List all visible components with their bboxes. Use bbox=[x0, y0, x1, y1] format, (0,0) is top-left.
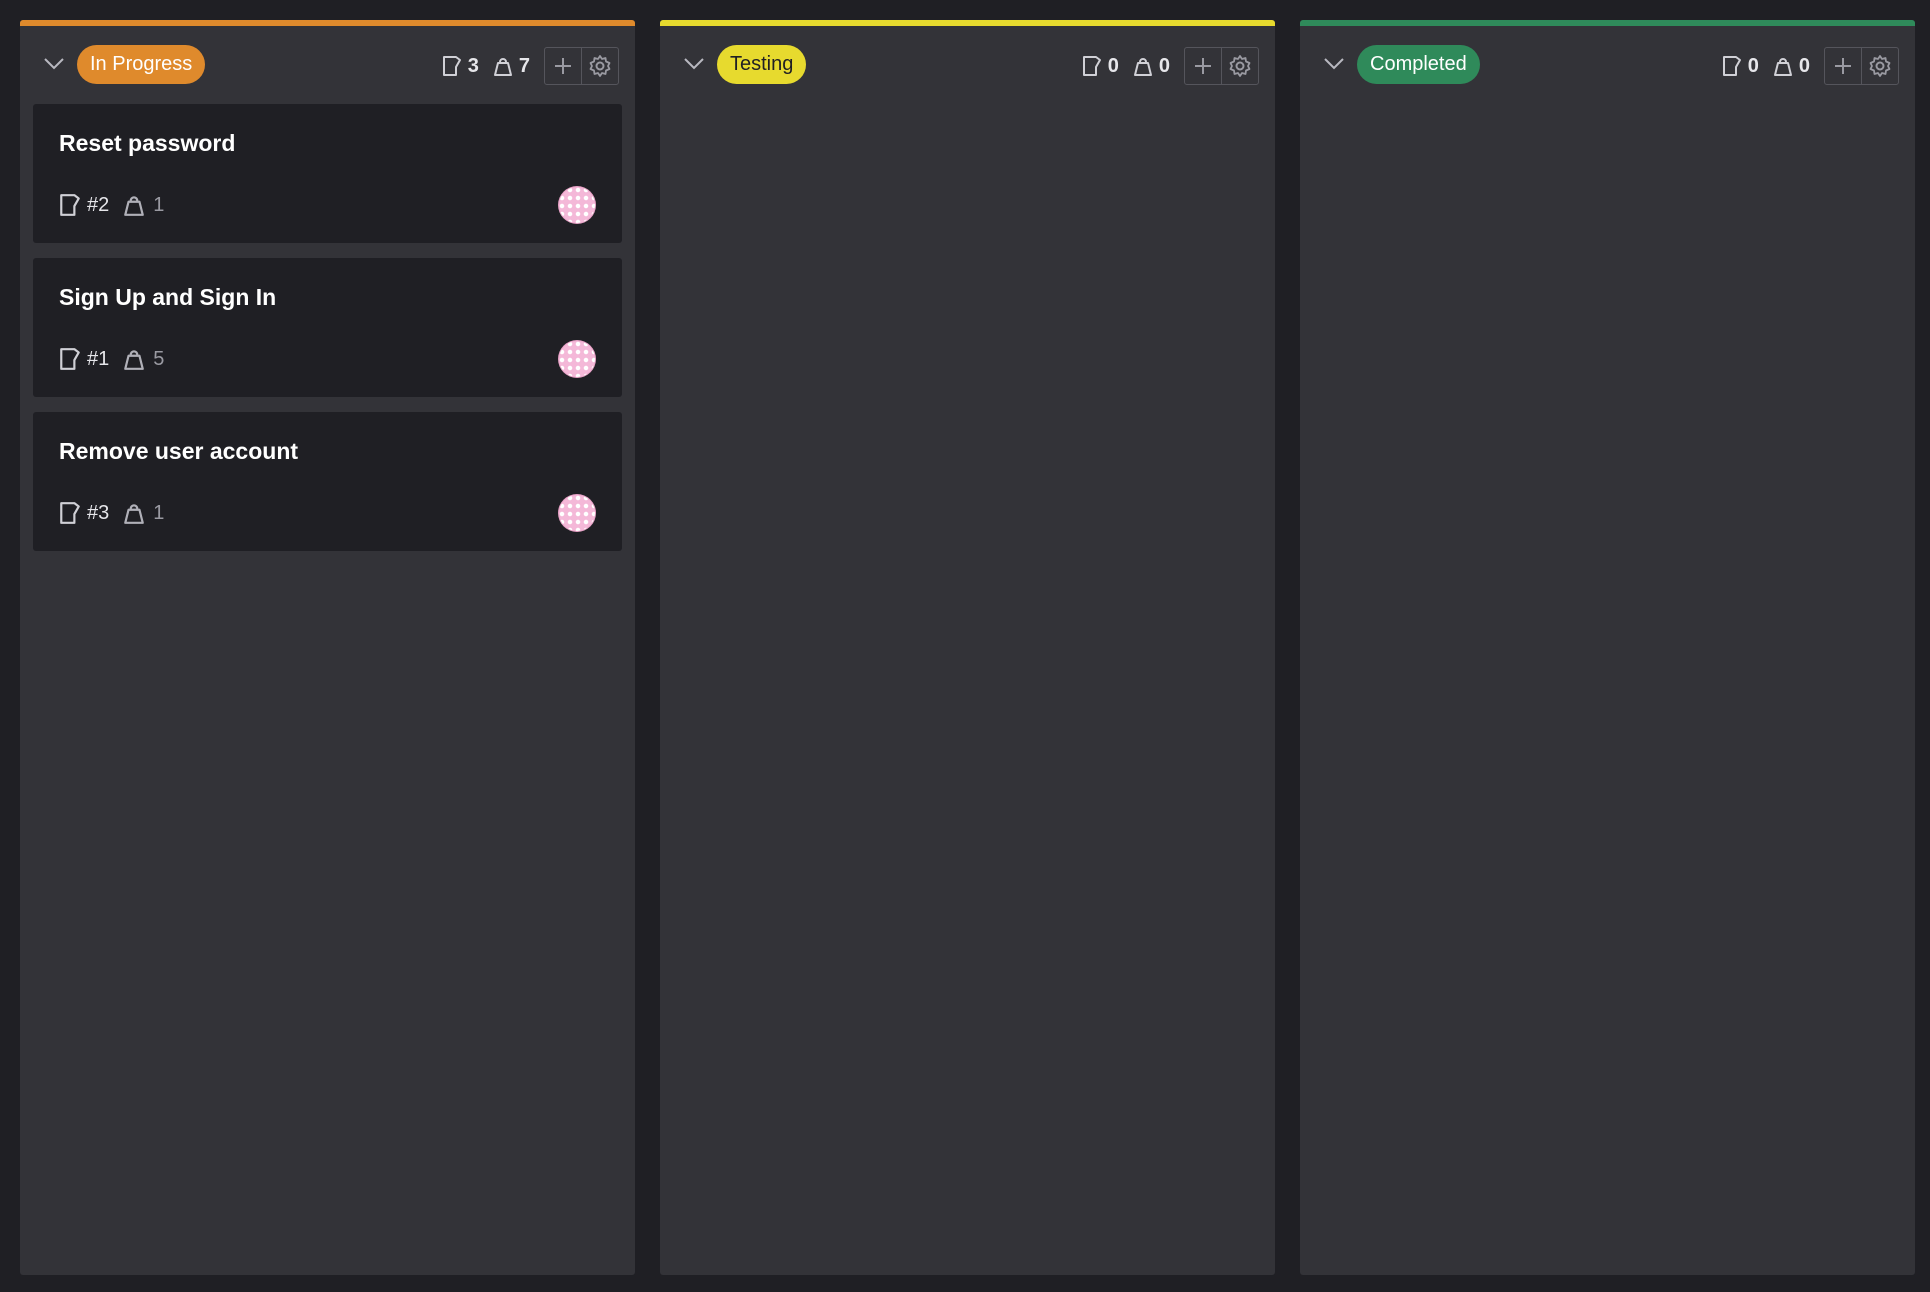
gear-icon bbox=[1869, 55, 1891, 77]
card-title: Sign Up and Sign In bbox=[59, 284, 277, 310]
add-card-button[interactable] bbox=[1185, 48, 1221, 84]
story-icon bbox=[60, 348, 80, 370]
card-ref: #2 bbox=[87, 193, 110, 216]
story-icon bbox=[60, 502, 80, 524]
card-ref: #3 bbox=[87, 501, 110, 524]
weight-icon bbox=[124, 504, 145, 524]
avatar[interactable] bbox=[558, 186, 596, 224]
weight-icon bbox=[124, 350, 145, 370]
column-status-pill: In Progress bbox=[77, 45, 206, 84]
column-actions bbox=[1184, 47, 1259, 85]
plus-icon bbox=[1195, 58, 1211, 74]
add-card-button[interactable] bbox=[545, 48, 581, 84]
points-count: 0 bbox=[1133, 55, 1170, 78]
story-count: 0 bbox=[1082, 55, 1119, 78]
weight-icon bbox=[1773, 58, 1792, 76]
card-title: Reset password bbox=[59, 130, 236, 156]
column-header: In Progress 3 7 bbox=[20, 26, 635, 104]
card-points: 1 bbox=[153, 501, 165, 524]
chevron-down-icon[interactable] bbox=[38, 48, 70, 80]
column-status-pill: Testing bbox=[717, 45, 807, 84]
column-actions bbox=[544, 47, 619, 85]
story-icon bbox=[1082, 56, 1101, 76]
plus-icon bbox=[555, 58, 571, 74]
card-points: 5 bbox=[153, 347, 165, 370]
story-icon bbox=[60, 194, 80, 216]
column-stats: 0 0 bbox=[1722, 46, 1899, 86]
story-card[interactable]: Sign Up and Sign In #1 5 bbox=[33, 258, 622, 397]
points-count-value: 0 bbox=[1158, 54, 1170, 77]
story-card[interactable]: Reset password #2 1 bbox=[33, 104, 622, 243]
column-header: Testing 0 0 bbox=[660, 26, 1275, 104]
story-card[interactable]: Remove user account #3 1 bbox=[33, 412, 622, 551]
add-card-button[interactable] bbox=[1825, 48, 1861, 84]
card-meta: #1 5 bbox=[59, 346, 164, 372]
column-in-progress: In Progress 3 7 Reset password #2 1 Sign… bbox=[20, 20, 635, 1275]
card-meta: #2 1 bbox=[59, 192, 164, 218]
weight-icon bbox=[124, 196, 145, 216]
column-status-pill: Completed bbox=[1357, 45, 1480, 84]
points-count-value: 0 bbox=[1798, 54, 1810, 77]
chevron-down-icon[interactable] bbox=[1318, 48, 1350, 80]
story-count-value: 0 bbox=[1747, 54, 1759, 77]
story-count: 0 bbox=[1722, 55, 1759, 78]
chevron-down-icon[interactable] bbox=[678, 48, 710, 80]
story-icon bbox=[442, 56, 461, 76]
column-testing: Testing 0 0 bbox=[660, 20, 1275, 1275]
plus-icon bbox=[1835, 58, 1851, 74]
column-stats: 0 0 bbox=[1082, 46, 1259, 86]
story-count-value: 3 bbox=[467, 54, 479, 77]
story-count: 3 bbox=[442, 55, 479, 78]
card-meta: #3 1 bbox=[59, 500, 164, 526]
gear-icon bbox=[589, 55, 611, 77]
weight-icon bbox=[1133, 58, 1152, 76]
column-header: Completed 0 0 bbox=[1300, 26, 1915, 104]
story-count-value: 0 bbox=[1107, 54, 1119, 77]
avatar[interactable] bbox=[558, 494, 596, 532]
column-settings-button[interactable] bbox=[1861, 48, 1898, 84]
card-ref: #1 bbox=[87, 347, 110, 370]
weight-icon bbox=[493, 58, 512, 76]
column-stats: 3 7 bbox=[442, 46, 619, 86]
card-points: 1 bbox=[153, 193, 165, 216]
points-count: 7 bbox=[493, 55, 530, 78]
gear-icon bbox=[1229, 55, 1251, 77]
column-actions bbox=[1824, 47, 1899, 85]
avatar[interactable] bbox=[558, 340, 596, 378]
story-icon bbox=[1722, 56, 1741, 76]
kanban-board: In Progress 3 7 Reset password #2 1 Sign… bbox=[0, 0, 1930, 1292]
column-completed: Completed 0 0 bbox=[1300, 20, 1915, 1275]
points-count: 0 bbox=[1773, 55, 1810, 78]
points-count-value: 7 bbox=[518, 54, 530, 77]
card-title: Remove user account bbox=[59, 438, 299, 464]
column-settings-button[interactable] bbox=[1221, 48, 1258, 84]
column-settings-button[interactable] bbox=[581, 48, 618, 84]
